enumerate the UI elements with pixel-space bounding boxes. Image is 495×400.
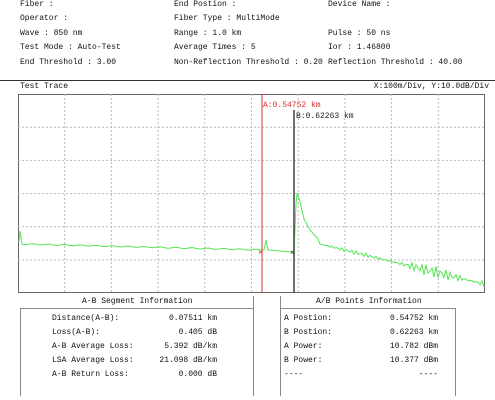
segment-row-label: A-B Average Loss: xyxy=(52,342,134,351)
ior-value: Ior : 1.46800 xyxy=(328,43,391,52)
device-name-label: Device Name : xyxy=(328,0,391,9)
segment-row-value: 21.098 dB/km xyxy=(159,356,217,365)
test-mode-value: Test Mode : Auto-Test xyxy=(20,43,121,52)
end-threshold-value: End Threshold : 3.00 xyxy=(20,58,117,67)
reflection-threshold-value: Reflection Threshold : 40.00 xyxy=(328,58,463,67)
segment-row-value: 5.392 dB/km xyxy=(164,342,217,351)
pulse-value: Pulse : 50 ns xyxy=(328,29,391,38)
points-row-value: 0.62263 km xyxy=(389,328,438,337)
marker-b-label: B:0.62263 km xyxy=(296,112,354,121)
range-value: Range : 1.0 km xyxy=(174,29,242,38)
otdr-trace-chart[interactable]: A:0.54752 km B:0.62263 km × × xyxy=(18,94,485,293)
segment-row-label: Loss(A-B): xyxy=(52,328,101,337)
segment-row-label: A-B Return Loss: xyxy=(52,370,129,379)
points-title: A/B Points Information xyxy=(316,297,422,306)
wave-value: Wave : 850 nm xyxy=(20,29,83,38)
points-row-label: A Postion: xyxy=(284,314,333,323)
marker-a-label: A:0.54752 km xyxy=(263,101,321,110)
end-position-label: End Postion : xyxy=(174,0,237,9)
points-row-value: 10.782 dBm xyxy=(389,342,438,351)
points-row-label: A Power: xyxy=(284,342,323,351)
fiber-label: Fiber : xyxy=(20,0,54,9)
points-row-label: B Power: xyxy=(284,356,323,365)
segment-row-value: 0.405 dB xyxy=(178,328,217,337)
marker-a-cross: × xyxy=(258,249,263,258)
segment-row-value: 0.000 dB xyxy=(178,370,217,379)
trace-title: Test Trace xyxy=(20,82,69,91)
info-panels: A-B Segment Information A/B Points Infor… xyxy=(0,296,495,400)
trace-plot[interactable]: A:0.54752 km B:0.62263 km × × xyxy=(18,94,485,293)
segment-divider xyxy=(20,308,253,309)
points-row-value: 10.377 dBm xyxy=(389,356,438,365)
points-row-label: B Postion: xyxy=(284,328,333,337)
segment-left-border xyxy=(20,308,21,396)
points-divider xyxy=(280,308,455,309)
fiber-type-value: Fiber Type : MultiMode xyxy=(174,14,280,23)
panel-separator-left xyxy=(253,296,254,396)
panel-separator-right xyxy=(280,296,281,396)
points-row-value: ---- xyxy=(418,370,438,379)
trace-scale: X:100m/Div, Y:10.0dB/Div xyxy=(373,82,489,91)
segment-row-label: Distance(A-B): xyxy=(52,314,120,323)
segment-title: A-B Segment Information xyxy=(82,297,193,306)
test-parameters: Fiber : Operator : Wave : 850 nm Test Mo… xyxy=(0,0,495,67)
segment-row-label: LSA Average Loss: xyxy=(52,356,134,365)
trace-header: Test Trace X:100m/Div, Y:10.0dB/Div xyxy=(0,80,495,93)
points-row-label: ---- xyxy=(284,370,304,379)
marker-b-cross: × xyxy=(290,249,295,258)
segment-row-value: 0.07511 km xyxy=(168,314,217,323)
non-reflection-threshold-value: Non-Reflection Threshold : 0.20 xyxy=(174,58,323,67)
points-right-border xyxy=(455,308,456,396)
points-row-value: 0.54752 km xyxy=(389,314,438,323)
average-times-value: Average Times : 5 xyxy=(174,43,256,52)
operator-label: Operator : xyxy=(20,14,69,23)
